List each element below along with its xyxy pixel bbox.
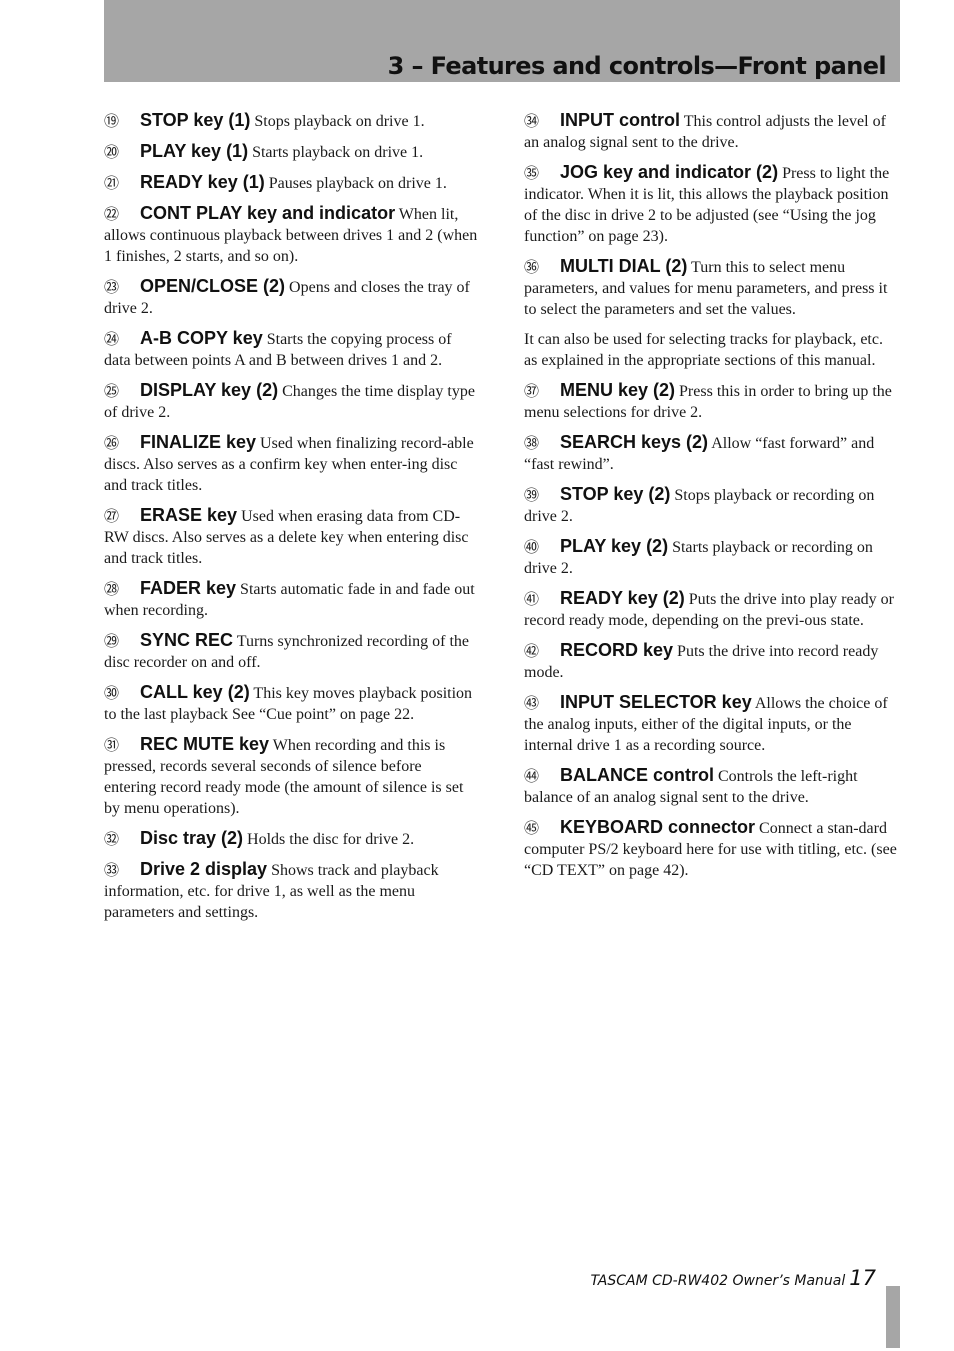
- item-term: OPEN/CLOSE (2): [140, 276, 286, 296]
- feature-item: ㊸ INPUT SELECTOR key Allows the choice of…: [524, 692, 898, 756]
- item-description: Starts playback on drive 1.: [252, 144, 424, 161]
- item-term: INPUT control: [560, 110, 680, 130]
- item-number: ㉒: [104, 205, 120, 223]
- feature-item: ㊴ STOP key (2) Stops playback or recordin…: [524, 484, 898, 527]
- feature-item: ㊲ MENU key (2) Press this in order to bri…: [524, 380, 898, 423]
- item-term: MULTI DIAL (2): [560, 256, 688, 276]
- item-number: ㉚: [104, 684, 120, 702]
- item-number: ㉔: [104, 330, 120, 348]
- page-thumb-tab: [886, 1286, 900, 1348]
- feature-item: ㉔ A-B COPY key Starts the copying process…: [104, 328, 478, 371]
- feature-item: ㉑ READY key (1) Pauses playback on drive …: [104, 172, 478, 194]
- feature-item: ㊳ SEARCH keys (2) Allow “fast forward” an…: [524, 432, 898, 475]
- item-number: ㉑: [104, 174, 120, 192]
- item-number: ㉝: [104, 861, 120, 879]
- item-term: A-B COPY key: [140, 328, 263, 348]
- chapter-header-band: 3 – Features and controls—Front panel: [104, 0, 900, 82]
- item-number: ㊲: [524, 382, 540, 400]
- item-description: Stops playback on drive 1.: [254, 113, 425, 130]
- item-term: DISPLAY key (2): [140, 380, 279, 400]
- item-term: FINALIZE key: [140, 432, 257, 452]
- chapter-title: 3 – Features and controls—Front panel: [387, 52, 887, 80]
- item-term: PLAY key (2): [560, 536, 669, 556]
- item-number: ㉘: [104, 580, 120, 598]
- item-term: RECORD key: [560, 640, 674, 660]
- feature-item: ㊵ PLAY key (2) Starts playback or recordi…: [524, 536, 898, 579]
- item-number: ㉜: [104, 830, 120, 848]
- feature-item: ㉚ CALL key (2) This key moves playback po…: [104, 682, 478, 725]
- feature-item: ㉝ Drive 2 display Shows track and playbac…: [104, 859, 478, 923]
- item-number: ㉗: [104, 507, 120, 525]
- item-number: ㉙: [104, 632, 120, 650]
- item-term: INPUT SELECTOR key: [560, 692, 752, 712]
- item-term: STOP key (2): [560, 484, 671, 504]
- manual-title: TASCAM CD-RW402 Owner’s Manual: [590, 1273, 846, 1289]
- item-number: ㊱: [524, 258, 540, 276]
- item-number: ㊳: [524, 434, 540, 452]
- feature-item: ㊹ BALANCE control Controls the left-right…: [524, 765, 898, 808]
- item-number: ㉟: [524, 164, 540, 182]
- item-term: PLAY key (1): [140, 141, 249, 161]
- feature-item: ㉒ CONT PLAY key and indicator When lit, a…: [104, 203, 478, 267]
- item-description: Holds the disc for drive 2.: [247, 831, 415, 848]
- item-number: ㊵: [524, 538, 540, 556]
- feature-item: ㉜ Disc tray (2) Holds the disc for drive …: [104, 828, 478, 850]
- item-term: READY key (2): [560, 588, 685, 608]
- feature-item: ㉟ JOG key and indicator (2) Press to ligh…: [524, 162, 898, 247]
- item-number: ㊺: [524, 819, 540, 837]
- feature-item: ㉖ FINALIZE key Used when finalizing recor…: [104, 432, 478, 496]
- item-term: REC MUTE key: [140, 734, 270, 754]
- item-term: CONT PLAY key and indicator: [140, 203, 396, 223]
- page-footer: TASCAM CD-RW402 Owner’s Manual 17: [591, 1266, 876, 1290]
- item-term: JOG key and indicator (2): [560, 162, 779, 182]
- feature-item: ㉘ FADER key Starts automatic fade in and …: [104, 578, 478, 621]
- item-number: ㉓: [104, 278, 120, 296]
- item-term: MENU key (2): [560, 380, 676, 400]
- item-term: Drive 2 display: [140, 859, 268, 879]
- item-term: CALL key (2): [140, 682, 250, 702]
- feature-item: ㉛ REC MUTE key When recording and this is…: [104, 734, 478, 819]
- item-term: STOP key (1): [140, 110, 251, 130]
- item-number: ㉕: [104, 382, 120, 400]
- feature-item: ㉕ DISPLAY key (2) Changes the time displa…: [104, 380, 478, 423]
- feature-item: ㊷ RECORD key Puts the drive into record r…: [524, 640, 898, 683]
- item-number: ㊶: [524, 590, 540, 608]
- item-number: ㊹: [524, 767, 540, 785]
- feature-item: ⑲ STOP key (1) Stops playback on drive 1.: [104, 110, 478, 132]
- feature-item: ㉞ INPUT control This control adjusts the …: [524, 110, 898, 153]
- item-term: READY key (1): [140, 172, 265, 192]
- feature-item: ㊺ KEYBOARD connector Connect a stan-dard …: [524, 817, 898, 881]
- item-term: BALANCE control: [560, 765, 714, 785]
- feature-item: ㉓ OPEN/CLOSE (2) Opens and closes the tra…: [104, 276, 478, 319]
- feature-item: ㉗ ERASE key Used when erasing data from C…: [104, 505, 478, 569]
- item-number: ㉛: [104, 736, 120, 754]
- item-term: Disc tray (2): [140, 828, 244, 848]
- multi-dial-extra-paragraph: It can also be used for selecting tracks…: [524, 331, 883, 369]
- item-number: ⑳: [104, 143, 120, 161]
- left-column: ⑲ STOP key (1) Stops playback on drive 1.…: [104, 110, 478, 932]
- item-number: ㉖: [104, 434, 120, 452]
- feature-item: ㉙ SYNC REC Turns synchronized recording o…: [104, 630, 478, 673]
- item-number: ㊷: [524, 642, 540, 660]
- page-number: 17: [849, 1266, 876, 1290]
- feature-item: ㊱ MULTI DIAL (2) Turn this to select menu…: [524, 256, 898, 320]
- item-description: Pauses playback on drive 1.: [268, 175, 447, 192]
- item-number: ⑲: [104, 112, 120, 130]
- item-term: SEARCH keys (2): [560, 432, 709, 452]
- item-term: FADER key: [140, 578, 237, 598]
- right-column: ㉞ INPUT control This control adjusts the …: [524, 110, 898, 890]
- item-term: ERASE key: [140, 505, 238, 525]
- item-number: ㊸: [524, 694, 540, 712]
- feature-item: ㊶ READY key (2) Puts the drive into play …: [524, 588, 898, 631]
- feature-item: ⑳ PLAY key (1) Starts playback on drive 1…: [104, 141, 478, 163]
- item-number: ㊴: [524, 486, 540, 504]
- item-number: ㉞: [524, 112, 540, 130]
- item-term: SYNC REC: [140, 630, 234, 650]
- item-term: KEYBOARD connector: [560, 817, 756, 837]
